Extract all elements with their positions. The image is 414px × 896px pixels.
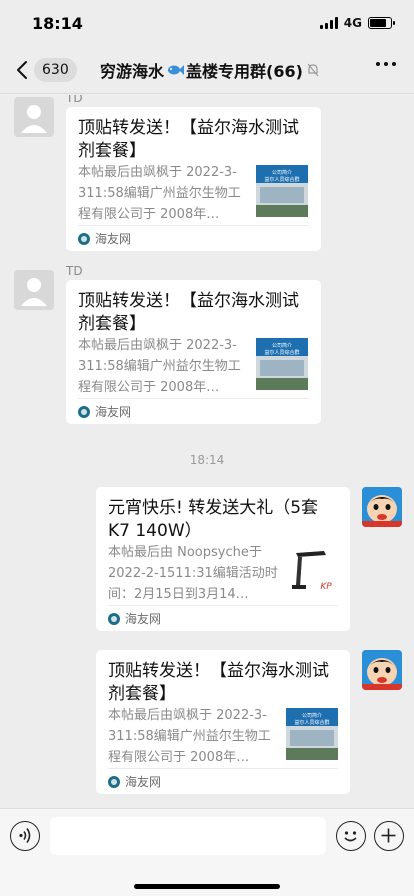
message-input[interactable] bbox=[50, 817, 326, 855]
battery-icon bbox=[368, 17, 395, 29]
emoji-icon bbox=[344, 831, 357, 842]
card-thumbnail: KP bbox=[286, 545, 338, 597]
sender-name: TD bbox=[66, 264, 83, 278]
svg-text:公司简介: 公司简介 bbox=[272, 342, 292, 349]
message-list[interactable]: TD 顶贴转发送！【益尔海水测试 剂套餐】 本帖最后由飒枫于 2022-3-311… bbox=[0, 95, 414, 808]
site-logo-icon bbox=[78, 405, 90, 418]
card-divider bbox=[108, 768, 338, 769]
link-card[interactable]: 顶贴转发送！【益尔海水测试 剂套餐】 本帖最后由飒枫于 2022-3-311:58… bbox=[96, 650, 350, 794]
fish-icon bbox=[168, 65, 185, 75]
battery-level bbox=[370, 19, 386, 27]
more-functions-button[interactable] bbox=[374, 821, 404, 851]
status-indicators: 4G bbox=[319, 16, 395, 30]
svg-text:益尔人员综合群: 益尔人员综合群 bbox=[264, 349, 299, 356]
site-logo-icon bbox=[108, 775, 120, 788]
chat-title-part2: 盖楼专用群(66) bbox=[186, 62, 303, 81]
sender-name: TD bbox=[66, 95, 83, 105]
chat-title-part1: 穷游海水 bbox=[100, 62, 165, 81]
card-thumbnail: 公司简介 益尔人员综合群 bbox=[256, 165, 308, 217]
card-description: 本帖最后由飒枫于 2022-3-311:58编辑广州益尔生物工程有限公司于 20… bbox=[78, 165, 241, 222]
plus-icon bbox=[381, 828, 396, 843]
card-title: 顶贴转发送！【益尔海水测试 剂套餐】 bbox=[78, 291, 299, 334]
card-source: 海友网 bbox=[108, 610, 161, 627]
card-source: 海友网 bbox=[78, 403, 131, 420]
svg-text:公司简介: 公司简介 bbox=[302, 712, 322, 719]
link-card[interactable]: 顶贴转发送！【益尔海水测试 剂套餐】 本帖最后由飒枫于 2022-3-311:58… bbox=[66, 280, 321, 424]
avatar[interactable] bbox=[362, 487, 402, 527]
site-logo-icon bbox=[78, 232, 90, 245]
card-source: 海友网 bbox=[108, 773, 161, 790]
card-source: 海友网 bbox=[78, 230, 131, 247]
svg-text:KP: KP bbox=[320, 582, 332, 592]
svg-text:益尔人员综合群: 益尔人员综合群 bbox=[294, 719, 329, 726]
card-title: 顶贴转发送！【益尔海水测试 剂套餐】 bbox=[78, 118, 299, 161]
chat-header: 630 穷游海水 盖楼专用群(66) bbox=[0, 46, 414, 94]
card-description: 本帖最后由 Noopsyche于 2022-2-1511:31编辑活动时间：2月… bbox=[108, 545, 278, 602]
svg-text:公司简介: 公司简介 bbox=[272, 169, 292, 176]
signal-icon bbox=[319, 17, 338, 29]
mute-icon bbox=[307, 63, 319, 77]
avatar[interactable] bbox=[14, 270, 54, 310]
link-card[interactable]: 顶贴转发送！【益尔海水测试 剂套餐】 本帖最后由飒枫于 2022-3-311:58… bbox=[66, 107, 321, 251]
card-title: 元宵快乐! 转发送大礼（5套 K7 140W） bbox=[108, 498, 319, 541]
svg-text:益尔人员综合群: 益尔人员综合群 bbox=[264, 176, 299, 183]
emoji-button[interactable] bbox=[336, 821, 366, 851]
voice-button[interactable] bbox=[10, 821, 40, 851]
card-thumbnail: 公司简介 益尔人员综合群 bbox=[286, 708, 338, 760]
voice-icon bbox=[19, 828, 31, 843]
status-bar: 18:14 4G bbox=[0, 0, 414, 46]
chat-timestamp: 18:14 bbox=[189, 453, 225, 467]
link-card[interactable]: 元宵快乐! 转发送大礼（5套 K7 140W） 本帖最后由 Noopsyche于 … bbox=[96, 487, 350, 631]
card-description: 本帖最后由飒枫于 2022-3-311:58编辑广州益尔生物工程有限公司于 20… bbox=[108, 708, 271, 765]
input-bar bbox=[0, 808, 414, 896]
avatar[interactable] bbox=[14, 97, 54, 137]
card-divider bbox=[78, 225, 309, 226]
card-title: 顶贴转发送！【益尔海水测试 剂套餐】 bbox=[108, 661, 329, 704]
avatar[interactable] bbox=[362, 650, 402, 690]
card-thumbnail: 公司简介 益尔人员综合群 bbox=[256, 338, 308, 390]
site-logo-icon bbox=[108, 612, 120, 625]
status-time: 18:14 bbox=[32, 14, 83, 33]
back-icon[interactable] bbox=[14, 60, 30, 80]
card-divider bbox=[78, 398, 309, 399]
home-indicator[interactable] bbox=[134, 884, 280, 889]
more-icon[interactable] bbox=[376, 62, 396, 66]
unread-count-badge[interactable]: 630 bbox=[34, 58, 77, 82]
chat-title: 穷游海水 盖楼专用群(66) bbox=[100, 58, 319, 82]
card-description: 本帖最后由飒枫于 2022-3-311:58编辑广州益尔生物工程有限公司于 20… bbox=[78, 338, 241, 395]
network-type: 4G bbox=[343, 16, 362, 30]
card-divider bbox=[108, 605, 338, 606]
